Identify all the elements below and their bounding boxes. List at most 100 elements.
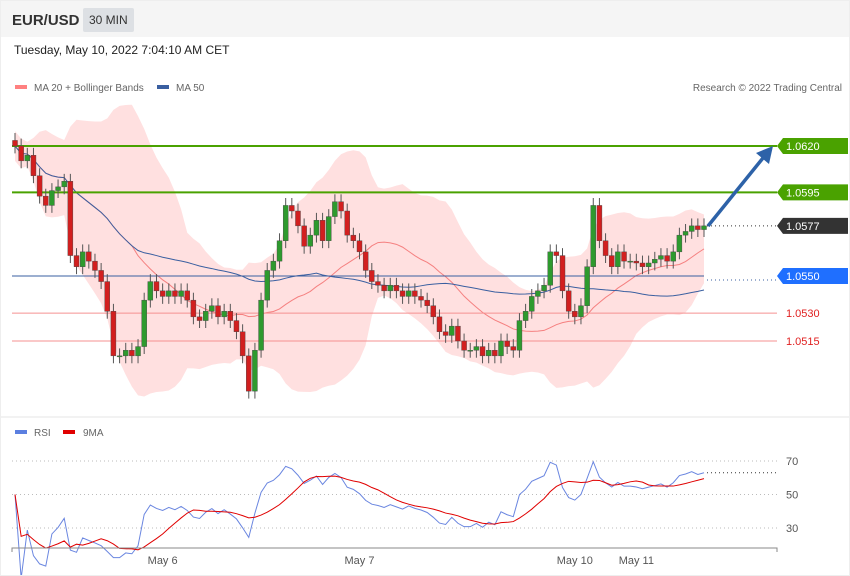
chart-widget: EUR/USD 30 MIN Tuesday, May 10, 2022 7:0…: [0, 0, 850, 576]
candle-body: [356, 240, 363, 253]
candle-body: [338, 201, 344, 212]
ma50-legend-label: MA 50: [176, 83, 205, 94]
candle-body: [98, 270, 104, 282]
candle-body: [399, 290, 406, 297]
candle-body: [344, 210, 350, 236]
candle-body: [596, 205, 603, 241]
candle-body: [492, 350, 498, 357]
candle-body: [209, 305, 215, 312]
candle-body: [166, 290, 172, 297]
candle-body: [196, 316, 203, 321]
candle-body: [49, 190, 55, 206]
candle-body: [12, 140, 18, 147]
candle-body: [676, 234, 683, 253]
candle-body: [584, 266, 590, 306]
candle-body: [658, 255, 664, 260]
candle-body: [682, 231, 689, 236]
candle-body: [332, 201, 338, 217]
candle-body: [522, 311, 529, 321]
rsi-legend-swatch: [15, 430, 27, 434]
candle-body: [652, 259, 658, 264]
candle-body: [479, 346, 486, 357]
candle-body: [485, 350, 492, 357]
candle-body: [541, 285, 547, 292]
candle-body: [67, 181, 74, 256]
candle-body: [252, 350, 258, 392]
x-tick-label: May 11: [619, 555, 654, 567]
candle-body: [553, 251, 560, 256]
candle-body: [178, 290, 184, 297]
ma20-legend-label: MA 20 + Bollinger Bands: [34, 83, 144, 94]
candle-body: [565, 290, 572, 312]
candle-body: [239, 331, 246, 357]
candle-body: [442, 331, 449, 336]
candle-body: [123, 350, 129, 357]
candle-body: [695, 225, 701, 230]
candle-body: [559, 255, 566, 292]
level-1.0595-label: 1.0595: [786, 187, 820, 199]
candle-body: [141, 299, 147, 347]
candle-body: [233, 320, 240, 332]
candle-body: [110, 311, 117, 357]
candle-body: [221, 311, 227, 318]
candle-body: [264, 270, 270, 301]
candle-body: [615, 251, 621, 267]
level-1.0620-label: 1.0620: [786, 141, 820, 153]
candle-body: [590, 205, 596, 267]
ma20-legend-swatch: [15, 85, 27, 89]
candle-body: [639, 262, 646, 267]
candle-body: [18, 145, 24, 162]
ma50-legend-swatch: [157, 85, 169, 89]
candle-body: [627, 260, 633, 263]
candle-body: [645, 262, 652, 267]
candle-body: [387, 285, 393, 292]
candle-body: [79, 251, 86, 267]
copyright: Research © 2022 Trading Central: [693, 83, 842, 94]
candle-body: [412, 290, 418, 297]
candle-body: [406, 290, 412, 297]
candle-body: [516, 320, 523, 351]
rsi-tick-label: 30: [786, 523, 798, 535]
candle-body: [449, 325, 455, 336]
x-tick-label: May 6: [148, 555, 178, 567]
candle-body: [455, 325, 461, 342]
candle-body: [609, 255, 615, 267]
candle-body: [375, 281, 381, 286]
candle-body: [184, 290, 190, 301]
candle-body: [43, 195, 49, 206]
candle-body: [670, 251, 676, 262]
candle-body: [418, 296, 424, 301]
candle-body: [350, 234, 357, 241]
rsi-tick-label: 50: [786, 490, 798, 502]
candle-body: [326, 216, 332, 241]
candle-body: [424, 299, 430, 306]
candle-body: [529, 296, 535, 312]
rsi-ma-legend-swatch: [63, 430, 75, 434]
candle-body: [116, 355, 123, 358]
candle-body: [282, 205, 289, 241]
candle-body: [301, 225, 307, 247]
candle-body: [270, 260, 277, 271]
candle-body: [215, 305, 221, 318]
candle-body: [498, 340, 504, 357]
rsi-ma-legend-label: 9MA: [83, 428, 104, 439]
price-chart: MA 20 + Bollinger Bands MA 50 Research ©…: [1, 83, 849, 575]
candle-body: [510, 346, 516, 351]
rsi-tick-label: 70: [786, 456, 798, 468]
candle-body: [129, 350, 135, 357]
candle-body: [313, 220, 320, 236]
candle-body: [535, 290, 541, 297]
candle-body: [369, 270, 375, 282]
candle-body: [92, 260, 98, 271]
candle-body: [246, 355, 252, 392]
candle-body: [289, 205, 295, 212]
candle-body: [30, 155, 37, 176]
candle-body: [467, 350, 473, 352]
candle-body: [295, 210, 301, 227]
candle-body: [203, 311, 209, 321]
candle-body: [86, 251, 92, 262]
candle-body: [159, 290, 166, 297]
candle-body: [664, 255, 670, 262]
candle-body: [135, 346, 141, 357]
candle-body: [633, 260, 640, 264]
